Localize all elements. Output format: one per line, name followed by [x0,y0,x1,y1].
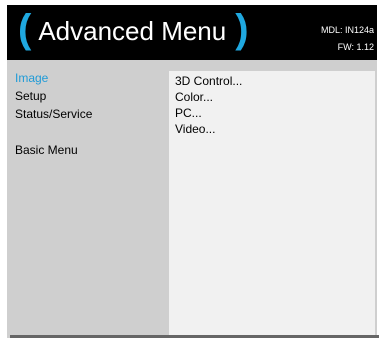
menu-spacer [15,123,165,141]
model-number: MDL: IN124a [320,25,374,35]
menu-item-setup[interactable]: Setup [15,87,165,105]
window-bottom-shadow [10,335,379,338]
menu-title: ( Advanced Menu ) [18,7,249,51]
menu-item-status-service[interactable]: Status/Service [15,105,165,123]
osd-menu-window: ( Advanced Menu ) MDL: IN124a FW: 1.12 I… [7,5,377,338]
submenu-item-color[interactable]: Color... [169,89,375,105]
menu-header: ( Advanced Menu ) MDL: IN124a FW: 1.12 [7,5,377,60]
submenu-item-pc[interactable]: PC... [169,105,375,121]
submenu-item-video[interactable]: Video... [169,121,375,137]
menu-item-image[interactable]: Image [15,69,165,87]
title-close-bracket: ) [235,7,249,51]
submenu-list: 3D Control... Color... PC... Video... [169,71,375,137]
firmware-version: FW: 1.12 [337,42,374,52]
menu-title-text: Advanced Menu [38,15,227,46]
submenu-panel: 3D Control... Color... PC... Video... [169,71,375,336]
submenu-item-3d-control[interactable]: 3D Control... [169,73,375,89]
title-open-bracket: ( [18,7,32,51]
menu-item-basic-menu[interactable]: Basic Menu [15,141,165,159]
main-menu-list: Image Setup Status/Service Basic Menu [15,69,165,159]
